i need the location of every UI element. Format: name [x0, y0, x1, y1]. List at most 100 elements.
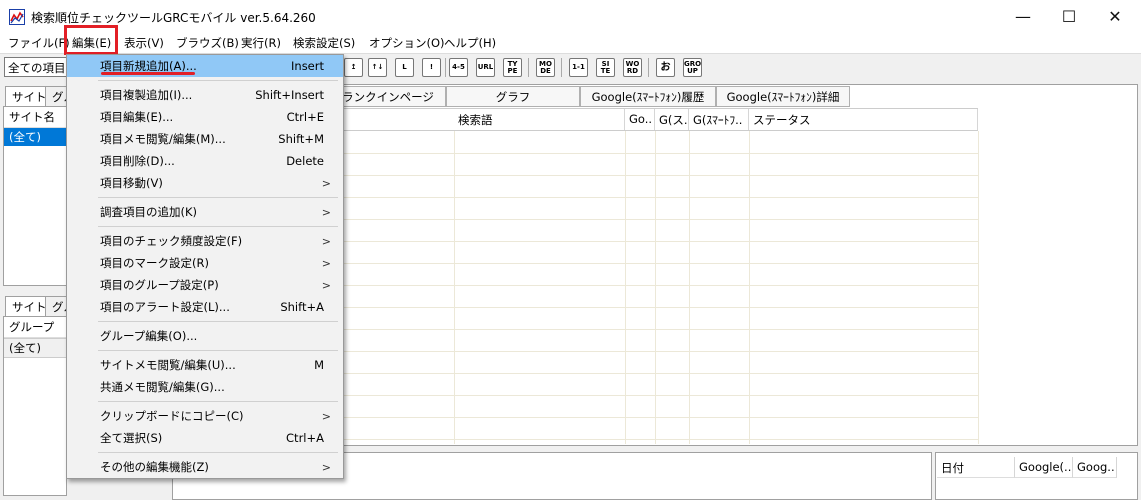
- grid-line: [655, 131, 656, 444]
- tab-google-sp-detail[interactable]: Google(ｽﾏｰﾄﾌｫﾝ)詳細: [716, 86, 850, 107]
- toolbar-separator: [528, 58, 529, 77]
- menu-item-common-memo[interactable]: 共通メモ閲覧/編集(G)...: [67, 376, 343, 398]
- grid-line: [344, 153, 978, 154]
- menu-item-label: 項目のチェック頻度設定(F): [100, 234, 243, 248]
- grid-line: [344, 219, 978, 220]
- menu-item-label: 項目編集(E)...: [100, 110, 174, 124]
- menu-item-label: 項目のアラート設定(L)...: [100, 300, 230, 314]
- tab-google-sp-history[interactable]: Google(ｽﾏｰﾄﾌｫﾝ)履歴: [580, 86, 716, 107]
- menu-browse[interactable]: ブラウズ(B): [176, 35, 239, 51]
- toolbar-button-l[interactable]: L: [395, 58, 414, 77]
- app-icon: [9, 9, 25, 25]
- menu-item-edit[interactable]: 項目編集(E)... Ctrl+E: [67, 106, 343, 128]
- menu-item-shortcut: Shift+M: [278, 132, 324, 146]
- column-google-history-2[interactable]: Goog..: [1073, 457, 1117, 478]
- menu-options[interactable]: オプション(O): [369, 35, 445, 51]
- column-status[interactable]: ステータス: [749, 109, 978, 130]
- menu-item-group-setting[interactable]: 項目のグループ設定(P) >: [67, 274, 343, 296]
- toolbar-button-1-1[interactable]: 1-1: [569, 58, 588, 77]
- toolbar-button-rank-range[interactable]: 4-5: [449, 58, 468, 77]
- menu-item-memo[interactable]: 項目メモ閲覧/編集(M)... Shift+M: [67, 128, 343, 150]
- menu-item-label: 項目のグループ設定(P): [100, 278, 219, 292]
- tab-graph[interactable]: グラフ: [446, 86, 580, 107]
- menu-item-shortcut: Shift+Insert: [255, 88, 324, 102]
- column-google-history[interactable]: Google(..: [1015, 457, 1073, 478]
- grid-line: [689, 131, 690, 444]
- column-date[interactable]: 日付: [937, 457, 1015, 478]
- menu-run[interactable]: 実行(R): [241, 35, 281, 51]
- menu-help[interactable]: ヘルプ(H): [444, 35, 496, 51]
- grid-line: [344, 351, 978, 352]
- submenu-arrow-icon: >: [321, 409, 331, 423]
- grid-line: [344, 373, 978, 374]
- filter-combo[interactable]: 全ての項目: [4, 57, 70, 77]
- tab-group-bottom[interactable]: グル: [45, 296, 67, 316]
- submenu-arrow-icon: >: [321, 205, 331, 219]
- menu-item-select-all[interactable]: 全て選択(S) Ctrl+A: [67, 427, 343, 449]
- toolbar-separator: [648, 58, 649, 77]
- menu-item-site-memo[interactable]: サイトメモ閲覧/編集(U)... M: [67, 354, 343, 376]
- toolbar-button-updown[interactable]: ↑↓: [368, 58, 387, 77]
- minimize-button[interactable]: —: [1000, 0, 1046, 32]
- menu-item-duplicate[interactable]: 項目複製追加(I)... Shift+Insert: [67, 84, 343, 106]
- tab-rank-in-page[interactable]: ランクインページ: [330, 86, 446, 107]
- menu-view[interactable]: 表示(V): [124, 35, 164, 51]
- menu-item-label: クリップボードにコピー(C): [100, 409, 244, 423]
- menu-item-label: 調査項目の追加(K): [100, 205, 198, 219]
- toolbar-button-word[interactable]: WO RD: [623, 58, 642, 77]
- toolbar-button-group[interactable]: GRO UP: [683, 58, 702, 77]
- menu-item-label: 項目複製追加(I)...: [100, 88, 193, 102]
- column-google-smartphone[interactable]: G(ｽﾏｰﾄﾌ..: [689, 109, 749, 130]
- menu-item-label: その他の編集機能(Z): [100, 460, 209, 474]
- grid-line: [344, 197, 978, 198]
- column-google[interactable]: Go..: [625, 109, 655, 130]
- menu-item-label: 共通メモ閲覧/編集(G)...: [100, 380, 225, 394]
- menu-search-settings[interactable]: 検索設定(S): [293, 35, 355, 51]
- grid-line: [454, 131, 455, 444]
- site-name-header: サイト名: [4, 107, 66, 128]
- column-google-s[interactable]: G(ス..: [655, 109, 689, 130]
- toolbar-button-top[interactable]: ↥: [344, 58, 363, 77]
- grid-line: [344, 395, 978, 396]
- annotation-underline: [101, 72, 195, 75]
- menu-item-shortcut: Delete: [286, 154, 324, 168]
- grid-line: [344, 175, 978, 176]
- menu-item-shortcut: Insert: [291, 59, 324, 73]
- toolbar-button-type[interactable]: TY PE: [503, 58, 522, 77]
- menu-separator: [98, 350, 338, 351]
- menu-file[interactable]: ファイル(F): [8, 35, 70, 51]
- menu-item-other-edit[interactable]: その他の編集機能(Z) >: [67, 456, 343, 478]
- menu-separator: [98, 80, 338, 81]
- menu-item-label: 項目のマーク設定(R): [100, 256, 209, 270]
- group-list-item[interactable]: (全て): [4, 338, 66, 358]
- menu-item-copy-clipboard[interactable]: クリップボードにコピー(C) >: [67, 405, 343, 427]
- toolbar-button-alert[interactable]: !: [422, 58, 441, 77]
- menu-item-delete[interactable]: 項目削除(D)... Delete: [67, 150, 343, 172]
- menu-separator: [98, 452, 338, 453]
- site-list-item[interactable]: (全て): [4, 128, 66, 146]
- grid-line: [344, 285, 978, 286]
- tab-group[interactable]: グル: [45, 86, 67, 106]
- menu-item-add-survey[interactable]: 調査項目の追加(K) >: [67, 201, 343, 223]
- toolbar-button-url[interactable]: URL: [476, 58, 495, 77]
- grid-line: [625, 131, 626, 444]
- toolbar-separator: [561, 58, 562, 77]
- menu-separator: [98, 401, 338, 402]
- toolbar-button-o[interactable]: お: [656, 58, 675, 77]
- menu-item-label: 全て選択(S): [100, 431, 163, 445]
- menu-item-label: グループ編集(O)...: [100, 329, 198, 343]
- menu-item-mark[interactable]: 項目のマーク設定(R) >: [67, 252, 343, 274]
- menu-item-shortcut: M: [314, 358, 324, 372]
- menu-item-group-edit[interactable]: グループ編集(O)...: [67, 325, 343, 347]
- menu-item-alert[interactable]: 項目のアラート設定(L)... Shift+A: [67, 296, 343, 318]
- column-keyword[interactable]: 検索語: [454, 109, 625, 130]
- group-header: グループ: [4, 317, 66, 338]
- grid-line: [344, 263, 978, 264]
- toolbar-button-site[interactable]: SI TE: [596, 58, 615, 77]
- toolbar-button-mode[interactable]: MO DE: [536, 58, 555, 77]
- menu-item-check-frequency[interactable]: 項目のチェック頻度設定(F) >: [67, 230, 343, 252]
- grid-line: [978, 131, 979, 444]
- maximize-button[interactable]: ☐: [1046, 0, 1092, 32]
- menu-item-move[interactable]: 項目移動(V) >: [67, 172, 343, 194]
- close-button[interactable]: ✕: [1092, 0, 1138, 32]
